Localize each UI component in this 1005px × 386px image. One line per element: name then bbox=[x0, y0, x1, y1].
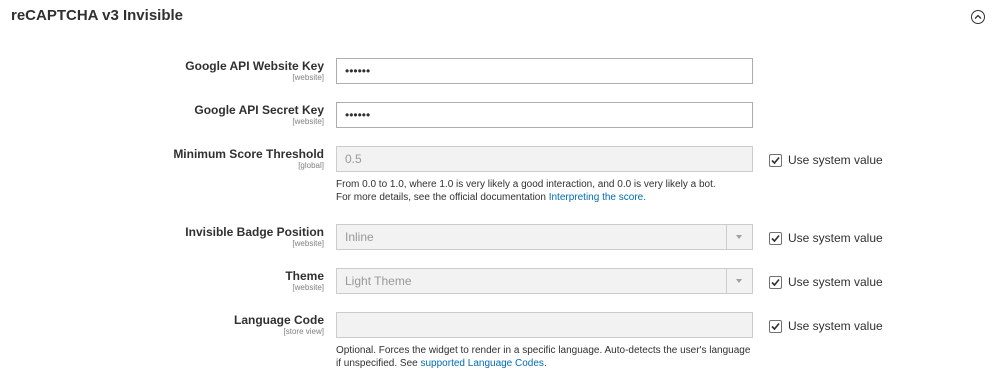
score-threshold-input[interactable]: 0.5 bbox=[336, 146, 753, 172]
note-line: Optional. Forces the widget to render in… bbox=[336, 345, 751, 356]
theme-select[interactable]: Light Theme bbox=[336, 268, 753, 294]
language-code-note: Optional. Forces the widget to render in… bbox=[336, 344, 766, 370]
use-system-value-language[interactable]: Use system value bbox=[769, 319, 883, 333]
caret-down-icon bbox=[726, 225, 752, 249]
use-system-label: Use system value bbox=[788, 319, 883, 333]
language-codes-link[interactable]: supported Language Codes bbox=[421, 358, 544, 369]
field-label: Google API Website Key bbox=[185, 59, 324, 73]
field-scope: [website] bbox=[292, 117, 324, 126]
select-value: Light Theme bbox=[345, 274, 412, 288]
use-system-checkbox[interactable] bbox=[769, 319, 782, 333]
field-label: Google API Secret Key bbox=[194, 103, 324, 117]
website-key-input[interactable]: •••••• bbox=[336, 58, 753, 84]
use-system-value-score[interactable]: Use system value bbox=[769, 153, 883, 167]
collapse-toggle[interactable] bbox=[971, 10, 985, 24]
score-threshold-note: From 0.0 to 1.0, where 1.0 is very likel… bbox=[336, 178, 766, 204]
note-line: if unspecified. See supported Language C… bbox=[336, 357, 766, 370]
checkmark-icon bbox=[771, 278, 780, 286]
checkmark-icon bbox=[771, 156, 780, 164]
note-text: if unspecified. See bbox=[336, 358, 418, 369]
field-label: Minimum Score Threshold bbox=[173, 147, 324, 161]
caret-down-icon bbox=[726, 269, 752, 293]
note-text: For more details, see the official docum… bbox=[336, 192, 546, 203]
note-text: . bbox=[543, 358, 547, 369]
checkmark-icon bbox=[771, 322, 780, 330]
use-system-value-theme[interactable]: Use system value bbox=[769, 275, 883, 289]
field-label: Invisible Badge Position bbox=[185, 225, 324, 239]
field-scope: [website] bbox=[292, 283, 324, 292]
note-line: From 0.0 to 1.0, where 1.0 is very likel… bbox=[336, 179, 716, 190]
chevron-up-icon bbox=[974, 14, 982, 19]
section-title[interactable]: reCAPTCHA v3 Invisible bbox=[11, 7, 183, 24]
secret-key-input[interactable]: •••••• bbox=[336, 102, 753, 128]
use-system-checkbox[interactable] bbox=[769, 275, 782, 289]
note-line: For more details, see the official docum… bbox=[336, 191, 766, 204]
select-value: Inline bbox=[345, 230, 374, 244]
interpreting-score-link[interactable]: Interpreting the score. bbox=[549, 192, 646, 203]
use-system-label: Use system value bbox=[788, 231, 883, 245]
use-system-checkbox[interactable] bbox=[769, 153, 782, 167]
checkmark-icon bbox=[771, 234, 780, 242]
field-scope: [website] bbox=[292, 73, 324, 82]
use-system-label: Use system value bbox=[788, 153, 883, 167]
badge-position-select[interactable]: Inline bbox=[336, 224, 753, 250]
use-system-value-badge[interactable]: Use system value bbox=[769, 231, 883, 245]
field-scope: [website] bbox=[292, 239, 324, 248]
field-label: Theme bbox=[285, 269, 324, 283]
field-label: Language Code bbox=[233, 313, 324, 327]
field-scope: [store view] bbox=[283, 327, 324, 336]
language-code-input[interactable] bbox=[336, 312, 753, 338]
use-system-checkbox[interactable] bbox=[769, 231, 782, 245]
field-scope: [global] bbox=[298, 161, 324, 170]
use-system-label: Use system value bbox=[788, 275, 883, 289]
